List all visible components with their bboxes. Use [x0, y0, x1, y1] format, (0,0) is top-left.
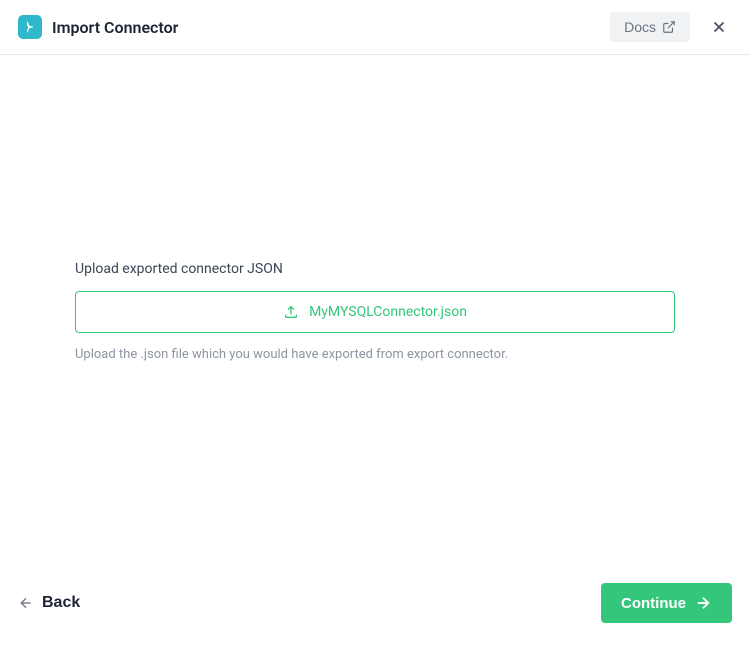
upload-icon: [283, 304, 299, 320]
dialog-footer: Back Continue: [0, 567, 750, 645]
continue-button[interactable]: Continue: [601, 583, 732, 623]
dialog-header: Import Connector Docs: [0, 0, 750, 55]
upload-field-label: Upload exported connector JSON: [75, 261, 675, 277]
close-button[interactable]: [706, 14, 732, 40]
upload-help-text: Upload the .json file which you would ha…: [75, 347, 675, 362]
external-link-icon: [662, 20, 676, 34]
back-button-label: Back: [42, 594, 80, 612]
dialog-content: Upload exported connector JSON MyMYSQLCo…: [0, 55, 750, 567]
app-logo-icon: [18, 15, 42, 39]
arrow-right-icon: [694, 594, 712, 612]
continue-button-label: Continue: [621, 595, 686, 612]
dialog-title: Import Connector: [52, 18, 610, 37]
upload-file-input[interactable]: MyMYSQLConnector.json: [75, 291, 675, 333]
back-button[interactable]: Back: [18, 594, 80, 612]
docs-button[interactable]: Docs: [610, 12, 690, 42]
arrow-left-icon: [18, 595, 34, 611]
docs-button-label: Docs: [624, 19, 656, 35]
close-icon: [710, 18, 728, 36]
uploaded-filename: MyMYSQLConnector.json: [309, 304, 467, 320]
